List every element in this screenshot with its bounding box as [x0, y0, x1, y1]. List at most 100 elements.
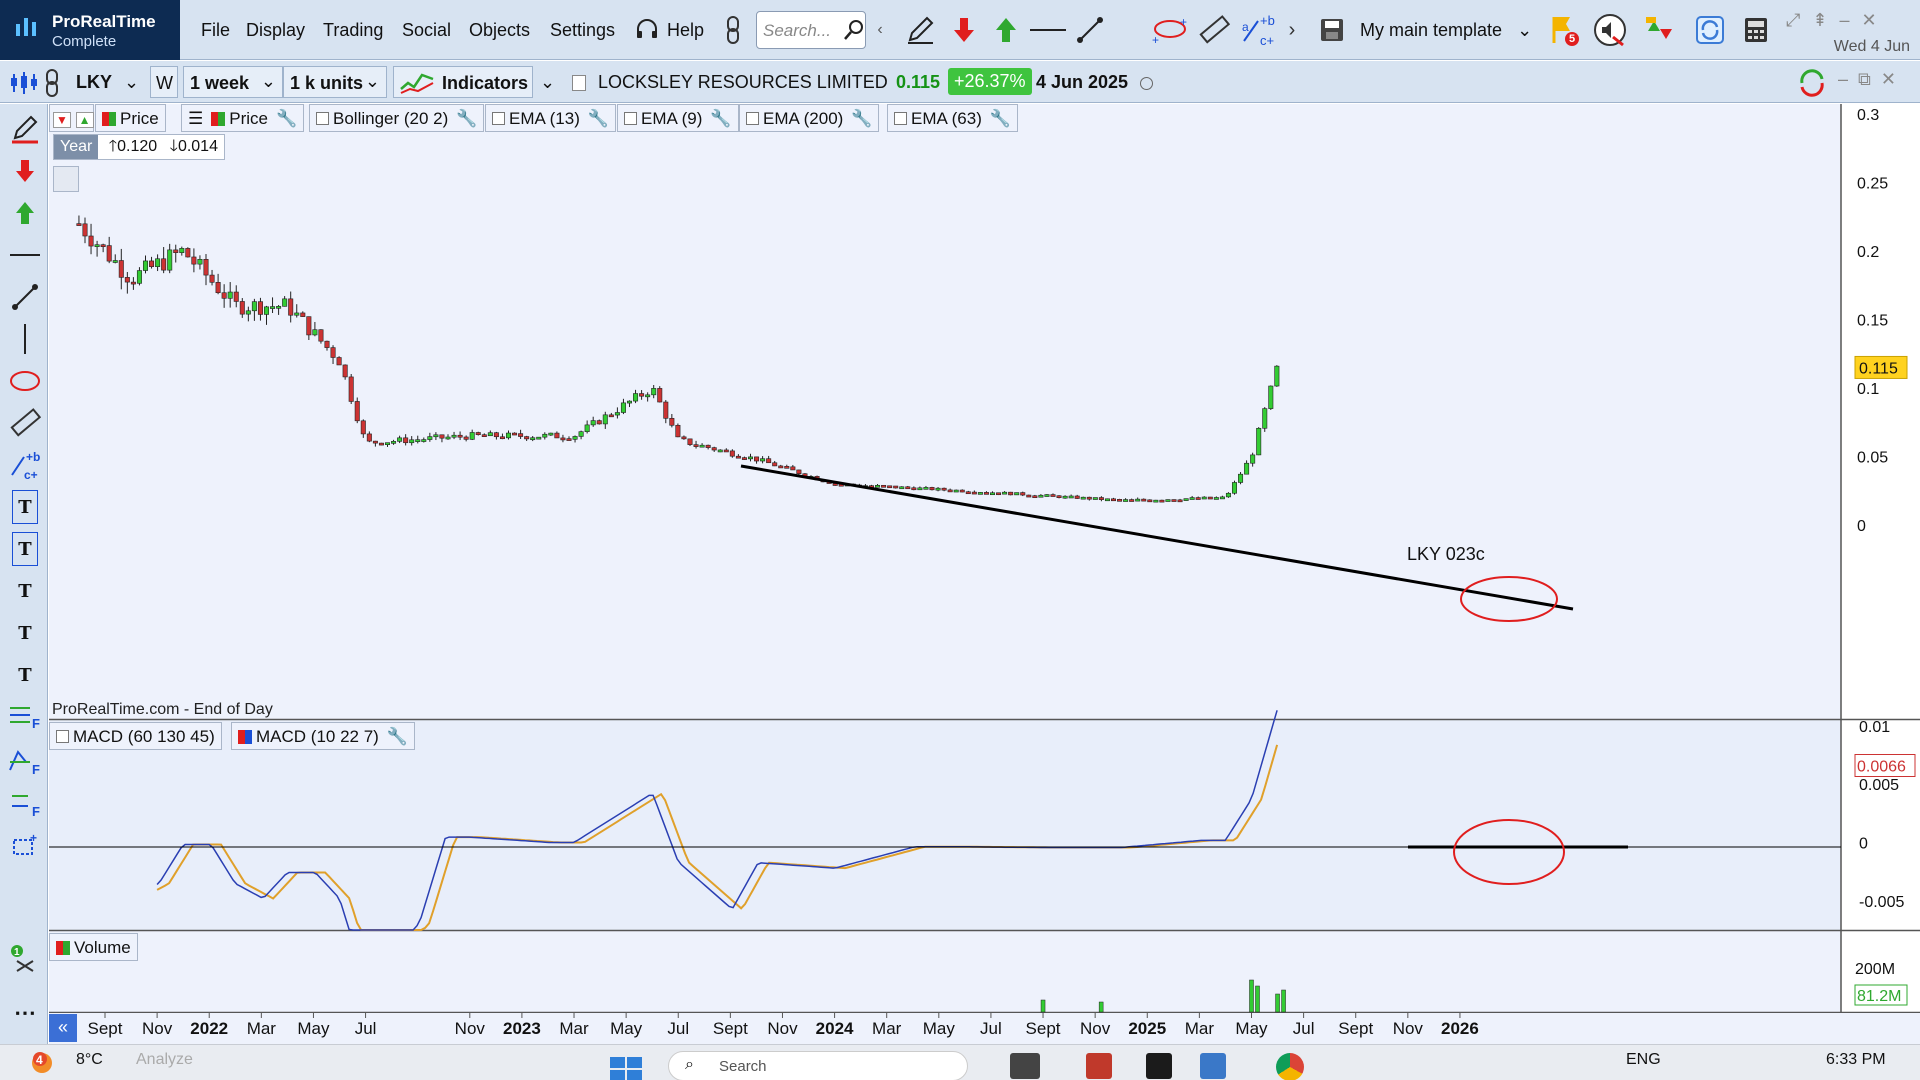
menu-help[interactable]: Help — [667, 20, 704, 41]
info-icon[interactable] — [572, 75, 586, 91]
trendline-icon[interactable] — [1070, 10, 1110, 50]
candle-body — [760, 458, 766, 462]
ellipse-tool-icon[interactable]: + + — [1150, 10, 1190, 50]
pencil-icon[interactable] — [900, 10, 940, 50]
app-logo[interactable]: ProRealTime Complete — [0, 0, 180, 60]
indicators-button[interactable]: Indicators — [393, 66, 533, 98]
units-select[interactable]: 1 k units ⌄ — [283, 66, 387, 98]
menu-settings[interactable]: Settings — [550, 20, 615, 41]
trendline-icon[interactable] — [8, 280, 42, 314]
calendar-icon[interactable] — [53, 166, 79, 192]
legend-ema9[interactable]: EMA (9) 🔧 — [617, 104, 739, 132]
scroll-back-button[interactable]: « — [49, 1014, 77, 1042]
task-view-icon[interactable] — [1010, 1053, 1040, 1079]
instrument-link-icon[interactable] — [40, 63, 64, 103]
sync-icon[interactable] — [1690, 10, 1730, 50]
text-style-3-icon[interactable]: T — [8, 658, 42, 692]
ticker-select[interactable]: LKY — [76, 72, 112, 93]
ruler-icon[interactable] — [8, 406, 42, 440]
legend-bollinger[interactable]: Bollinger (20 2) 🔧 — [309, 104, 485, 132]
legend-ema13[interactable]: EMA (13) 🔧 — [485, 104, 617, 132]
candle-body — [397, 437, 403, 442]
scroll-left-icon[interactable]: ‹ — [872, 10, 888, 50]
legend-volume[interactable]: Volume — [49, 933, 138, 961]
app-icon-1[interactable] — [1086, 1053, 1112, 1079]
window-controls[interactable]: ⤢⇞–✕ — [1786, 10, 1889, 31]
legend-ema200[interactable]: EMA (200) 🔧 — [739, 104, 880, 132]
chevron-down-icon[interactable]: ⌄ — [540, 72, 555, 93]
legend-price-label-2: Price — [229, 109, 268, 128]
sell-buy-toggle[interactable]: ▼ ▲ — [49, 104, 94, 132]
headset-icon[interactable] — [627, 10, 667, 50]
chart-type-icon[interactable] — [4, 63, 44, 103]
taskbar-clock[interactable]: 6:33 PM — [1826, 1051, 1886, 1069]
alerts-flag-icon[interactable]: 5 — [1544, 10, 1584, 50]
text-style-1-icon[interactable]: T — [8, 574, 42, 608]
price-axis-bg — [1841, 104, 1920, 1012]
weather-temp[interactable]: 8°C — [76, 1051, 103, 1069]
vertical-line-icon[interactable] — [8, 322, 42, 356]
sell-arrow-icon[interactable] — [944, 10, 984, 50]
text-style-2-icon[interactable]: T — [8, 616, 42, 650]
legend-macd-2-label: MACD (10 22 7) — [256, 727, 379, 746]
chevron-down-icon[interactable]: ⌄ — [124, 72, 139, 93]
candle-body — [239, 301, 245, 315]
language-indicator[interactable]: ENG — [1626, 1051, 1661, 1069]
sound-muted-icon[interactable] — [1590, 10, 1630, 50]
text-box-tool-icon[interactable]: T — [12, 532, 38, 566]
windows-start-icon[interactable] — [610, 1057, 642, 1080]
trading-arrows-icon[interactable] — [1640, 10, 1680, 50]
legend-volume-label: Volume — [74, 938, 131, 957]
app-icon-2[interactable] — [1146, 1053, 1172, 1079]
period-code-button[interactable]: W — [150, 66, 178, 98]
refresh-icon[interactable] — [1792, 63, 1832, 103]
chart-annotation[interactable]: LKY 023c — [1407, 544, 1485, 564]
link-icon[interactable] — [713, 10, 753, 50]
time-axis-tick: Sept — [1338, 1019, 1373, 1038]
app-icon-3[interactable] — [1200, 1053, 1226, 1079]
sell-arrow-icon[interactable] — [8, 154, 42, 188]
chart-area[interactable]: 200M 81.2M 0.3 0.25 0.2 0.15 0.1 0.05 0 0.115 0.… — [49, 104, 1920, 1044]
scroll-right-icon[interactable]: › — [1282, 10, 1302, 50]
fib-fan-icon[interactable]: F — [8, 744, 42, 778]
menu-display[interactable]: Display — [246, 20, 305, 41]
legend-price[interactable]: Price — [95, 104, 166, 132]
fibonacci-tool-icon[interactable]: +b c+ — [8, 448, 42, 482]
price-chart-svg[interactable]: 200M 81.2M 0.3 0.25 0.2 0.15 0.1 0.05 0 0.115 0.… — [49, 104, 1920, 1044]
chrome-icon[interactable] — [1276, 1053, 1304, 1080]
taskbar-search[interactable]: ⌕ Search — [668, 1051, 968, 1080]
template-select[interactable]: My main template ⌄ — [1320, 8, 1545, 52]
ellipse-tool-icon[interactable] — [8, 364, 42, 398]
indicators-label: Indicators — [442, 73, 529, 93]
pencil-icon[interactable] — [8, 112, 42, 146]
menu-objects[interactable]: Objects — [469, 20, 530, 41]
menu-social[interactable]: Social — [402, 20, 451, 41]
legend-price-2[interactable]: ☰ Price 🔧 — [181, 104, 305, 132]
svg-text:F: F — [32, 804, 40, 819]
legend-macd-1[interactable]: MACD (60 130 45) — [49, 722, 222, 750]
weather-icon[interactable]: 4 — [30, 1049, 60, 1077]
legend-ema63[interactable]: EMA (63) 🔧 — [887, 104, 1019, 132]
more-tools-icon[interactable]: ⋯ — [8, 996, 42, 1030]
svg-text:+b: +b — [26, 450, 40, 464]
chart-window-controls[interactable]: –⧉✕ — [1838, 69, 1906, 90]
rectangle-tool-icon[interactable]: + — [8, 830, 42, 864]
ruler-icon[interactable] — [1194, 10, 1234, 50]
text-tool-icon[interactable]: T — [12, 490, 38, 524]
calculator-icon[interactable] — [1736, 10, 1776, 50]
legend-macd-2[interactable]: MACD (10 22 7) 🔧 — [231, 722, 415, 750]
fibonacci-tool-icon[interactable]: +b a c+ — [1238, 10, 1278, 50]
period-select[interactable]: 1 week ⌄ — [183, 66, 283, 98]
horizontal-line-icon[interactable] — [1028, 10, 1068, 50]
search-icon[interactable] — [834, 10, 874, 50]
probability-icon[interactable]: 1 — [8, 942, 42, 976]
menu-trading[interactable]: Trading — [323, 20, 383, 41]
horizontal-line-icon[interactable] — [8, 238, 42, 272]
buy-arrow-icon[interactable] — [8, 196, 42, 230]
menu-file[interactable]: File — [201, 20, 230, 41]
candle-body — [185, 248, 191, 258]
fib-retracement-icon[interactable]: F — [8, 700, 42, 734]
buy-arrow-icon[interactable] — [986, 10, 1026, 50]
macd-last-tag: 0.0066 — [1857, 759, 1906, 776]
fib-time-icon[interactable]: F — [8, 788, 42, 822]
